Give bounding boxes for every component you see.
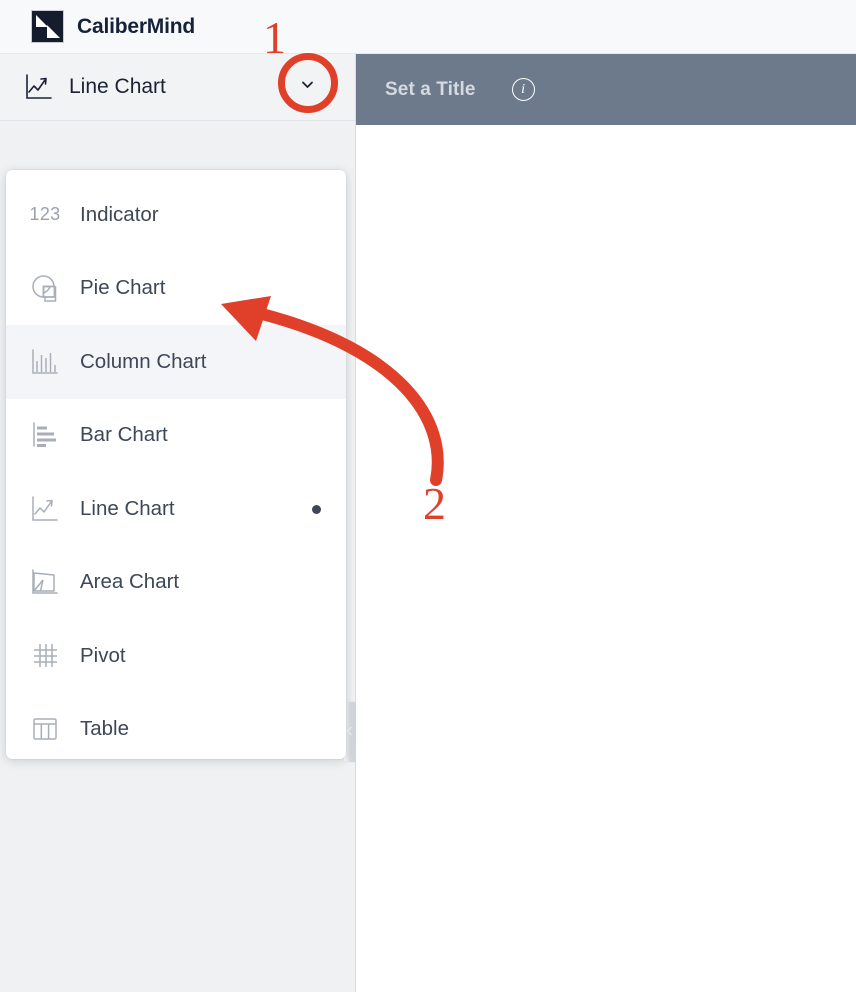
- page-title[interactable]: Set a Title: [385, 79, 476, 101]
- chevron-left-icon: [346, 726, 356, 736]
- menu-item-label: Line Chart: [80, 496, 175, 520]
- widget-title-bar: Set a Title i: [356, 54, 856, 125]
- menu-item-column-chart[interactable]: Column Chart: [6, 325, 346, 399]
- menu-item-label: Pivot: [80, 643, 126, 667]
- widget-canvas: [356, 125, 856, 992]
- pivot-icon: [28, 639, 62, 673]
- chart-type-selector[interactable]: Line Chart: [0, 54, 355, 121]
- selected-indicator-dot: [312, 504, 321, 514]
- chart-type-selector-label: Line Chart: [69, 75, 166, 98]
- menu-item-line-chart[interactable]: Line Chart: [6, 472, 346, 546]
- pie-chart-icon: [28, 271, 62, 305]
- menu-item-label: Bar Chart: [80, 423, 168, 447]
- calibermind-logo-icon: [31, 10, 64, 43]
- menu-item-area-chart[interactable]: Area Chart: [6, 546, 346, 620]
- line-chart-icon: [28, 492, 62, 526]
- indicator-glyph: 123: [29, 204, 61, 225]
- indicator-123-icon: 123: [28, 198, 62, 232]
- table-icon: [28, 712, 62, 746]
- bar-chart-icon: [28, 418, 62, 452]
- app-root: CaliberMind Line Chart 123 Indicator Pie…: [0, 0, 856, 992]
- menu-item-label: Table: [80, 717, 130, 741]
- column-chart-icon: [28, 345, 62, 379]
- app-header: CaliberMind: [0, 0, 856, 54]
- menu-item-pivot[interactable]: Pivot: [6, 619, 346, 693]
- left-panel: Line Chart 123 Indicator Pie Chart Colum…: [0, 54, 356, 992]
- menu-item-indicator[interactable]: 123 Indicator: [6, 178, 346, 252]
- chart-type-menu: 123 Indicator Pie Chart Column Chart Bar…: [6, 170, 346, 759]
- menu-item-label: Pie Chart: [80, 276, 166, 300]
- menu-item-label: Area Chart: [80, 570, 180, 594]
- brand-name: CaliberMind: [77, 14, 195, 38]
- content-area: Set a Title i: [356, 54, 856, 992]
- info-icon[interactable]: i: [511, 78, 535, 101]
- menu-item-label: Indicator: [80, 202, 159, 226]
- area-chart-icon: [28, 565, 62, 599]
- menu-item-pie-chart[interactable]: Pie Chart: [6, 252, 346, 326]
- line-chart-icon: [24, 72, 54, 102]
- menu-item-label: Column Chart: [80, 349, 207, 373]
- menu-item-table[interactable]: Table: [6, 693, 346, 767]
- brand[interactable]: CaliberMind: [31, 10, 195, 43]
- menu-item-bar-chart[interactable]: Bar Chart: [6, 399, 346, 473]
